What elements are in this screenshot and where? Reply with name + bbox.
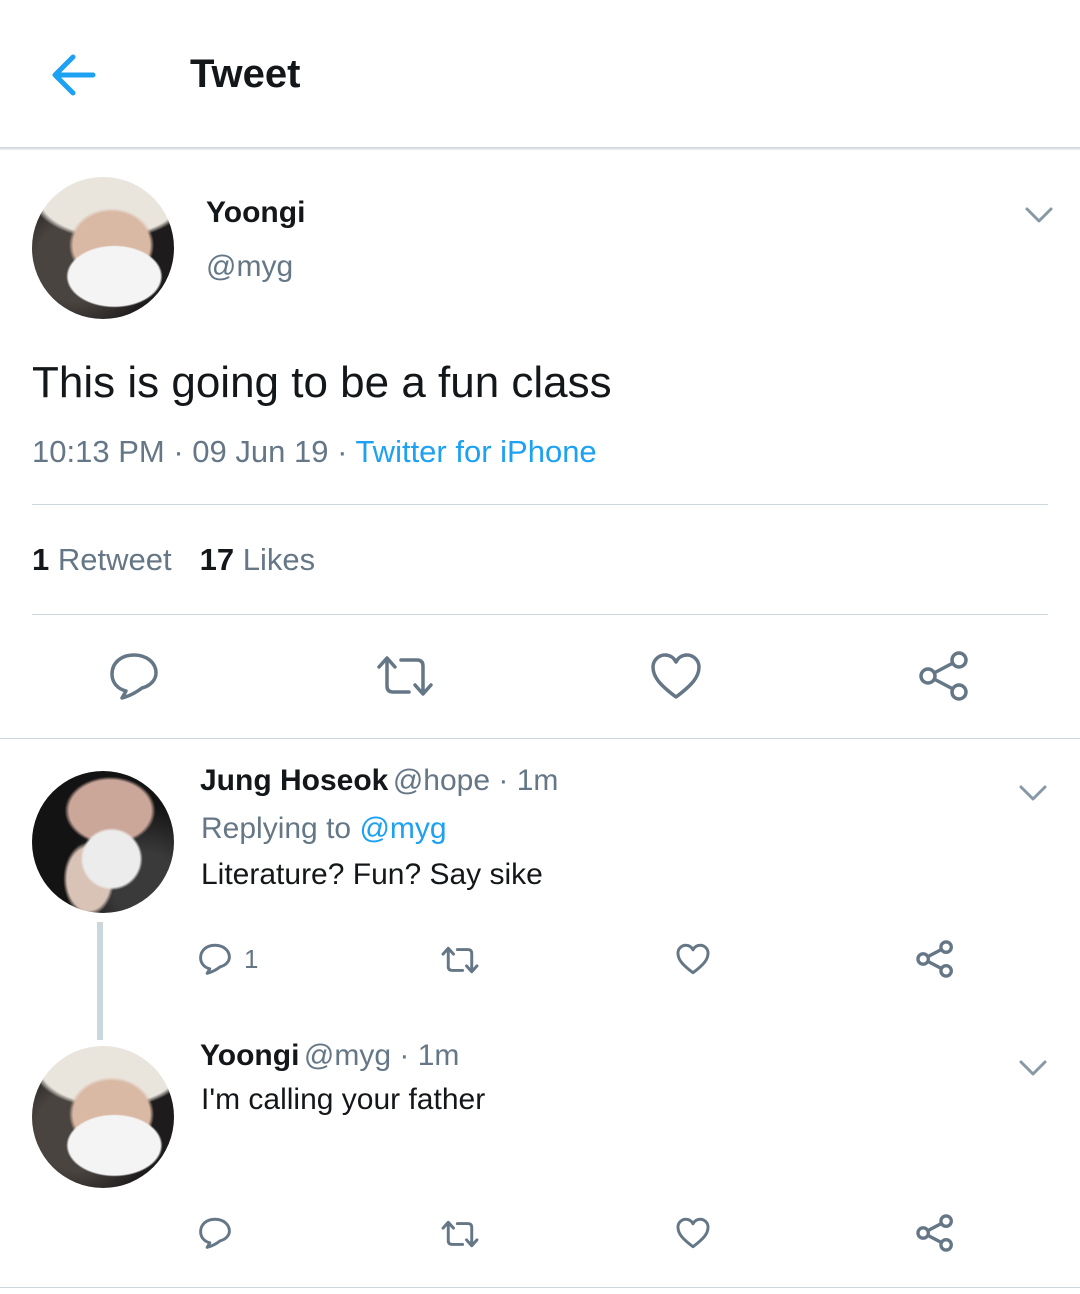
replying-to-link[interactable]: @myg <box>359 812 446 845</box>
author-name[interactable]: Jung Hoseok <box>200 764 388 797</box>
share-button[interactable] <box>912 1210 958 1256</box>
share-button[interactable] <box>914 646 974 706</box>
retweet-icon <box>377 656 433 696</box>
back-button[interactable] <box>48 50 100 100</box>
page-title: Tweet <box>190 52 301 96</box>
reply-header: Yoongi @myg · 1m <box>200 1039 459 1073</box>
reply-header: Jung Hoseok @hope · 1m <box>200 764 558 798</box>
replying-to-label: Replying to <box>201 812 352 845</box>
divider <box>32 614 1048 615</box>
retweet-icon <box>441 1220 479 1248</box>
avatar[interactable] <box>32 177 174 319</box>
arrow-left-icon <box>52 54 96 96</box>
reply-text: Literature? Fun? Say sike <box>201 858 543 891</box>
retweets-link[interactable]: 1 Retweet <box>32 542 172 577</box>
reply-button[interactable]: 1 <box>198 938 278 980</box>
retweet-button[interactable] <box>438 1214 482 1254</box>
chevron-down-icon <box>1019 785 1047 801</box>
author-name[interactable]: Yoongi <box>200 1039 299 1072</box>
retweet-icon <box>441 946 479 974</box>
divider <box>32 504 1048 505</box>
reply-button[interactable] <box>104 648 164 704</box>
tweet-menu-button[interactable] <box>1016 1055 1050 1081</box>
likes-link[interactable]: 17 Likes <box>200 542 315 577</box>
author-handle[interactable]: @hope <box>393 764 490 797</box>
separator-dot: · <box>391 1039 418 1072</box>
replying-to: Replying to @myg <box>201 812 447 846</box>
tweet-date: 09 Jun 19 <box>192 434 329 469</box>
like-count: 17 <box>199 542 235 577</box>
chevron-down-icon <box>1025 207 1053 223</box>
author-name[interactable]: Yoongi <box>206 196 305 230</box>
tweet-menu-button[interactable] <box>1016 780 1050 806</box>
reply-icon <box>199 943 231 975</box>
header-divider <box>0 147 1080 150</box>
share-icon <box>916 940 953 978</box>
like-button[interactable] <box>672 1212 714 1254</box>
retweet-button[interactable] <box>438 940 482 980</box>
section-divider <box>0 1287 1080 1288</box>
top-bar <box>0 0 1080 148</box>
thread-connector-line <box>97 922 103 1040</box>
reply-count: 1 <box>244 943 259 974</box>
tweet-menu-button[interactable] <box>1022 200 1056 230</box>
retweet-button[interactable] <box>374 648 436 704</box>
separator-dot: · <box>173 434 193 469</box>
reply-text: I'm calling your father <box>201 1083 486 1116</box>
reply-icon <box>110 653 158 700</box>
separator-dot: · <box>490 764 517 797</box>
retweet-count: 1 <box>32 542 50 577</box>
avatar[interactable] <box>32 1046 174 1188</box>
engagement-counts: 1 Retweet 17 Likes <box>32 542 315 578</box>
tweet-age: 1m <box>516 764 559 797</box>
chevron-down-icon <box>1019 1060 1047 1076</box>
tweet-text: This is going to be a fun class <box>32 358 612 407</box>
section-divider <box>0 738 1080 739</box>
like-button[interactable] <box>646 648 706 704</box>
heart-icon <box>651 653 701 699</box>
tweet-time: 10:13 PM <box>32 434 165 469</box>
author-handle[interactable]: @myg <box>206 250 293 284</box>
avatar[interactable] <box>32 771 174 913</box>
separator-dot: · <box>337 434 356 469</box>
author-handle[interactable]: @myg <box>304 1039 391 1072</box>
reply-button[interactable] <box>198 1212 240 1254</box>
reply-icon <box>199 1217 231 1249</box>
heart-icon <box>676 1217 710 1249</box>
like-button[interactable] <box>672 938 714 980</box>
share-icon <box>919 651 968 701</box>
heart-icon <box>676 943 710 975</box>
share-icon <box>916 1214 953 1252</box>
tweet-meta: 10:13 PM · 09 Jun 19 · Twitter for iPhon… <box>32 434 597 470</box>
share-button[interactable] <box>912 936 958 982</box>
retweet-label: Retweet <box>57 542 172 577</box>
like-label: Likes <box>242 542 316 577</box>
tweet-age: 1m <box>417 1039 460 1072</box>
tweet-source-link[interactable]: Twitter for iPhone <box>355 434 596 469</box>
